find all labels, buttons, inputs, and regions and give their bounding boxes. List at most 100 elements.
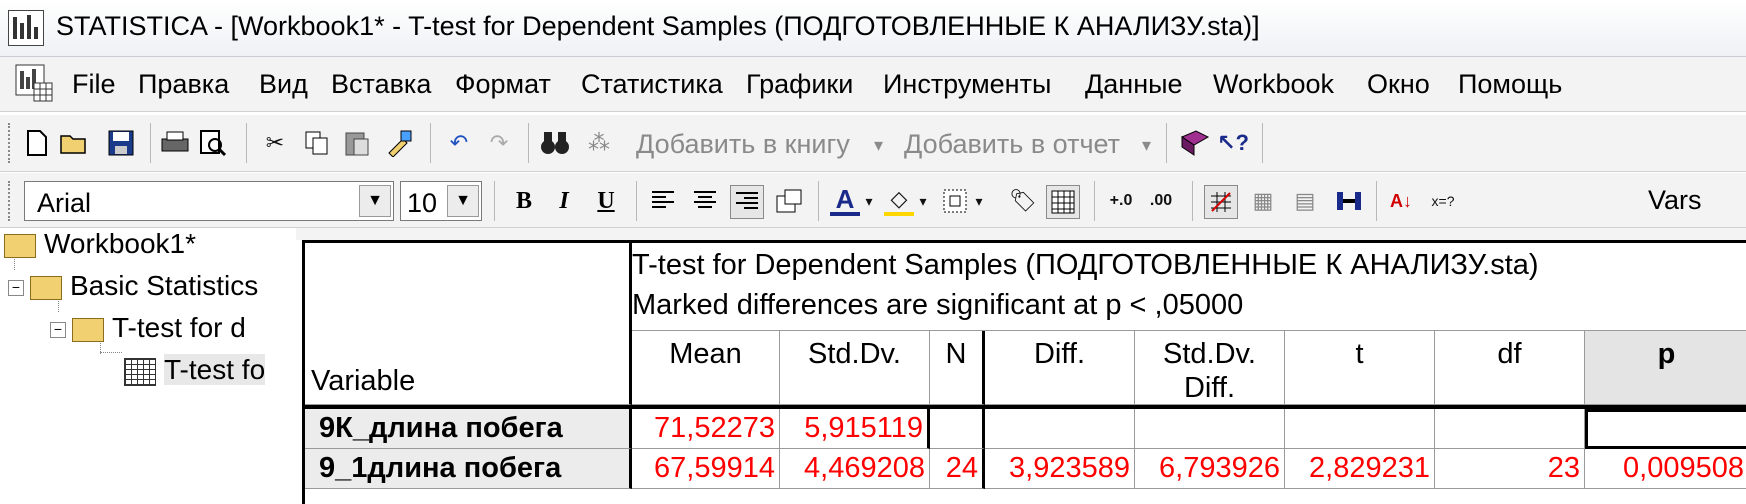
column-header[interactable]: Mean [632, 331, 780, 405]
align-center-icon[interactable] [690, 186, 720, 216]
table-cell[interactable] [930, 409, 985, 449]
font-select[interactable]: Arial ▼ [24, 181, 394, 221]
column-header[interactable]: Std.Dv. Diff. [1135, 331, 1285, 405]
mark-cells-icon[interactable] [1204, 185, 1238, 219]
align-left-icon[interactable] [648, 186, 678, 216]
menu-window[interactable]: Окно [1367, 69, 1430, 100]
table-cell[interactable] [1135, 409, 1285, 449]
table-cell[interactable]: 6,793926 [1135, 449, 1285, 489]
redo-icon[interactable]: ↷ [484, 128, 514, 158]
workbook-doc-icon[interactable] [14, 63, 54, 103]
italic-button[interactable]: I [548, 185, 580, 217]
vars-menu-button[interactable]: Vars [1648, 185, 1702, 216]
undo-icon[interactable]: ↶ [444, 128, 474, 158]
paste-icon[interactable] [342, 128, 372, 158]
column-header[interactable]: N [930, 331, 985, 405]
cell-format-icon[interactable] [774, 186, 804, 216]
borders-icon[interactable] [940, 186, 970, 216]
sort-icon[interactable]: A↓ [1386, 186, 1416, 216]
table-cell[interactable]: 71,52273 [632, 409, 780, 449]
menu-data[interactable]: Данные [1085, 69, 1183, 100]
replace-icon[interactable]: ⁂ [584, 128, 614, 158]
cut-icon[interactable]: ✂ [260, 128, 290, 158]
decrease-decimal-icon[interactable]: .00 [1146, 186, 1176, 216]
add-to-workbook-button[interactable]: Добавить в книгу [636, 129, 850, 160]
chevron-down-icon[interactable]: ▾ [916, 186, 930, 216]
menu-format[interactable]: Формат [455, 69, 551, 100]
print-icon[interactable] [160, 128, 190, 158]
table-cell[interactable]: 3,923589 [985, 449, 1135, 489]
toolbar-grip[interactable] [8, 181, 14, 221]
table-cell[interactable] [985, 409, 1135, 449]
chevron-down-icon[interactable]: ▼ [447, 185, 479, 217]
menu-edit[interactable]: Правка [138, 69, 229, 100]
chevron-down-icon[interactable]: ▾ [862, 186, 876, 216]
bold-button[interactable]: B [508, 185, 540, 217]
table-cell[interactable]: 5,915119 [780, 409, 930, 449]
menu-tools[interactable]: Инструменты [883, 69, 1051, 100]
statistica-app-icon[interactable] [8, 10, 44, 46]
format-painter-icon[interactable] [384, 128, 414, 158]
menu-file[interactable]: File [72, 69, 116, 100]
menu-statistics[interactable]: Статистика [581, 69, 723, 100]
row-header[interactable]: 9К_длина побега [305, 409, 632, 449]
table-cell[interactable] [1285, 409, 1435, 449]
help-book-icon[interactable] [1180, 128, 1210, 158]
increase-decimal-icon[interactable]: +.0 [1106, 186, 1136, 216]
copy-icon[interactable] [302, 128, 332, 158]
open-folder-icon[interactable] [60, 128, 90, 158]
table-cell[interactable]: 4,469208 [780, 449, 930, 489]
chevron-down-icon[interactable]: ▾ [972, 186, 986, 216]
variable-specs-icon[interactable]: ▦ [1248, 186, 1278, 216]
column-header[interactable]: t [1285, 331, 1435, 405]
column-header[interactable]: Std.Dv. [780, 331, 930, 405]
column-header[interactable]: p [1585, 331, 1746, 405]
fill-color-icon[interactable]: ◇ [884, 186, 914, 216]
results-spreadsheet[interactable]: Variable T-test for Dependent Samples (П… [302, 240, 1746, 504]
table-cell[interactable] [1435, 409, 1585, 449]
column-header[interactable]: df [1435, 331, 1585, 405]
table-cell[interactable] [1585, 409, 1746, 449]
chevron-down-icon[interactable]: ▾ [874, 135, 883, 156]
tree-item-basic-statistics[interactable]: − Basic Statistics [8, 270, 258, 310]
case-specs-icon[interactable]: ▤ [1290, 186, 1320, 216]
tree-item-label: Basic Statistics [70, 270, 259, 301]
weight-icon[interactable] [1334, 186, 1364, 216]
toolbar-grip[interactable] [8, 123, 14, 163]
font-size-select[interactable]: 10 ▼ [400, 181, 482, 221]
table-cell[interactable]: 2,829231 [1285, 449, 1435, 489]
table-cell[interactable]: 0,009508 [1585, 449, 1746, 489]
underline-button[interactable]: U [590, 185, 622, 217]
collapse-icon[interactable]: − [50, 321, 66, 338]
font-color-icon[interactable]: A [830, 184, 860, 216]
grid-icon[interactable] [1046, 185, 1080, 219]
variable-header-cell[interactable]: Variable [305, 243, 632, 405]
find-binoculars-icon[interactable] [540, 128, 570, 158]
table-cell[interactable]: 67,59914 [632, 449, 780, 489]
menu-workbook[interactable]: Workbook [1213, 69, 1334, 100]
print-preview-icon[interactable] [198, 128, 228, 158]
row-header[interactable]: 9_1длина побега [305, 449, 632, 489]
tree-item-ttest-sheet[interactable]: T-test fo [124, 354, 266, 394]
table-cell[interactable]: 24 [930, 449, 985, 489]
chevron-down-icon[interactable]: ▾ [1142, 135, 1151, 156]
new-document-icon[interactable] [22, 128, 52, 158]
add-to-report-button[interactable]: Добавить в отчет [904, 129, 1120, 160]
menu-view[interactable]: Вид [259, 69, 308, 100]
formula-icon[interactable]: x=? [1428, 186, 1458, 216]
title-bar[interactable]: STATISTICA - [Workbook1* - T-test for De… [0, 0, 1746, 57]
column-header[interactable]: Diff. [985, 331, 1135, 405]
toolbar-separator [1376, 181, 1377, 221]
chevron-down-icon[interactable]: ▼ [359, 185, 391, 217]
save-icon[interactable] [106, 128, 136, 158]
tag-icon[interactable]: 🏷 [1008, 186, 1038, 216]
menu-insert[interactable]: Вставка [331, 69, 431, 100]
align-right-icon[interactable] [730, 185, 764, 219]
tree-item-ttest-folder[interactable]: − T-test for d [50, 312, 246, 352]
table-cell[interactable]: 23 [1435, 449, 1585, 489]
collapse-icon[interactable]: − [8, 279, 24, 296]
tree-item-workbook[interactable]: Workbook1* [4, 228, 196, 268]
menu-help[interactable]: Помощь [1458, 69, 1562, 100]
context-help-icon[interactable]: ↖? [1217, 128, 1249, 158]
menu-graphs[interactable]: Графики [746, 69, 853, 100]
